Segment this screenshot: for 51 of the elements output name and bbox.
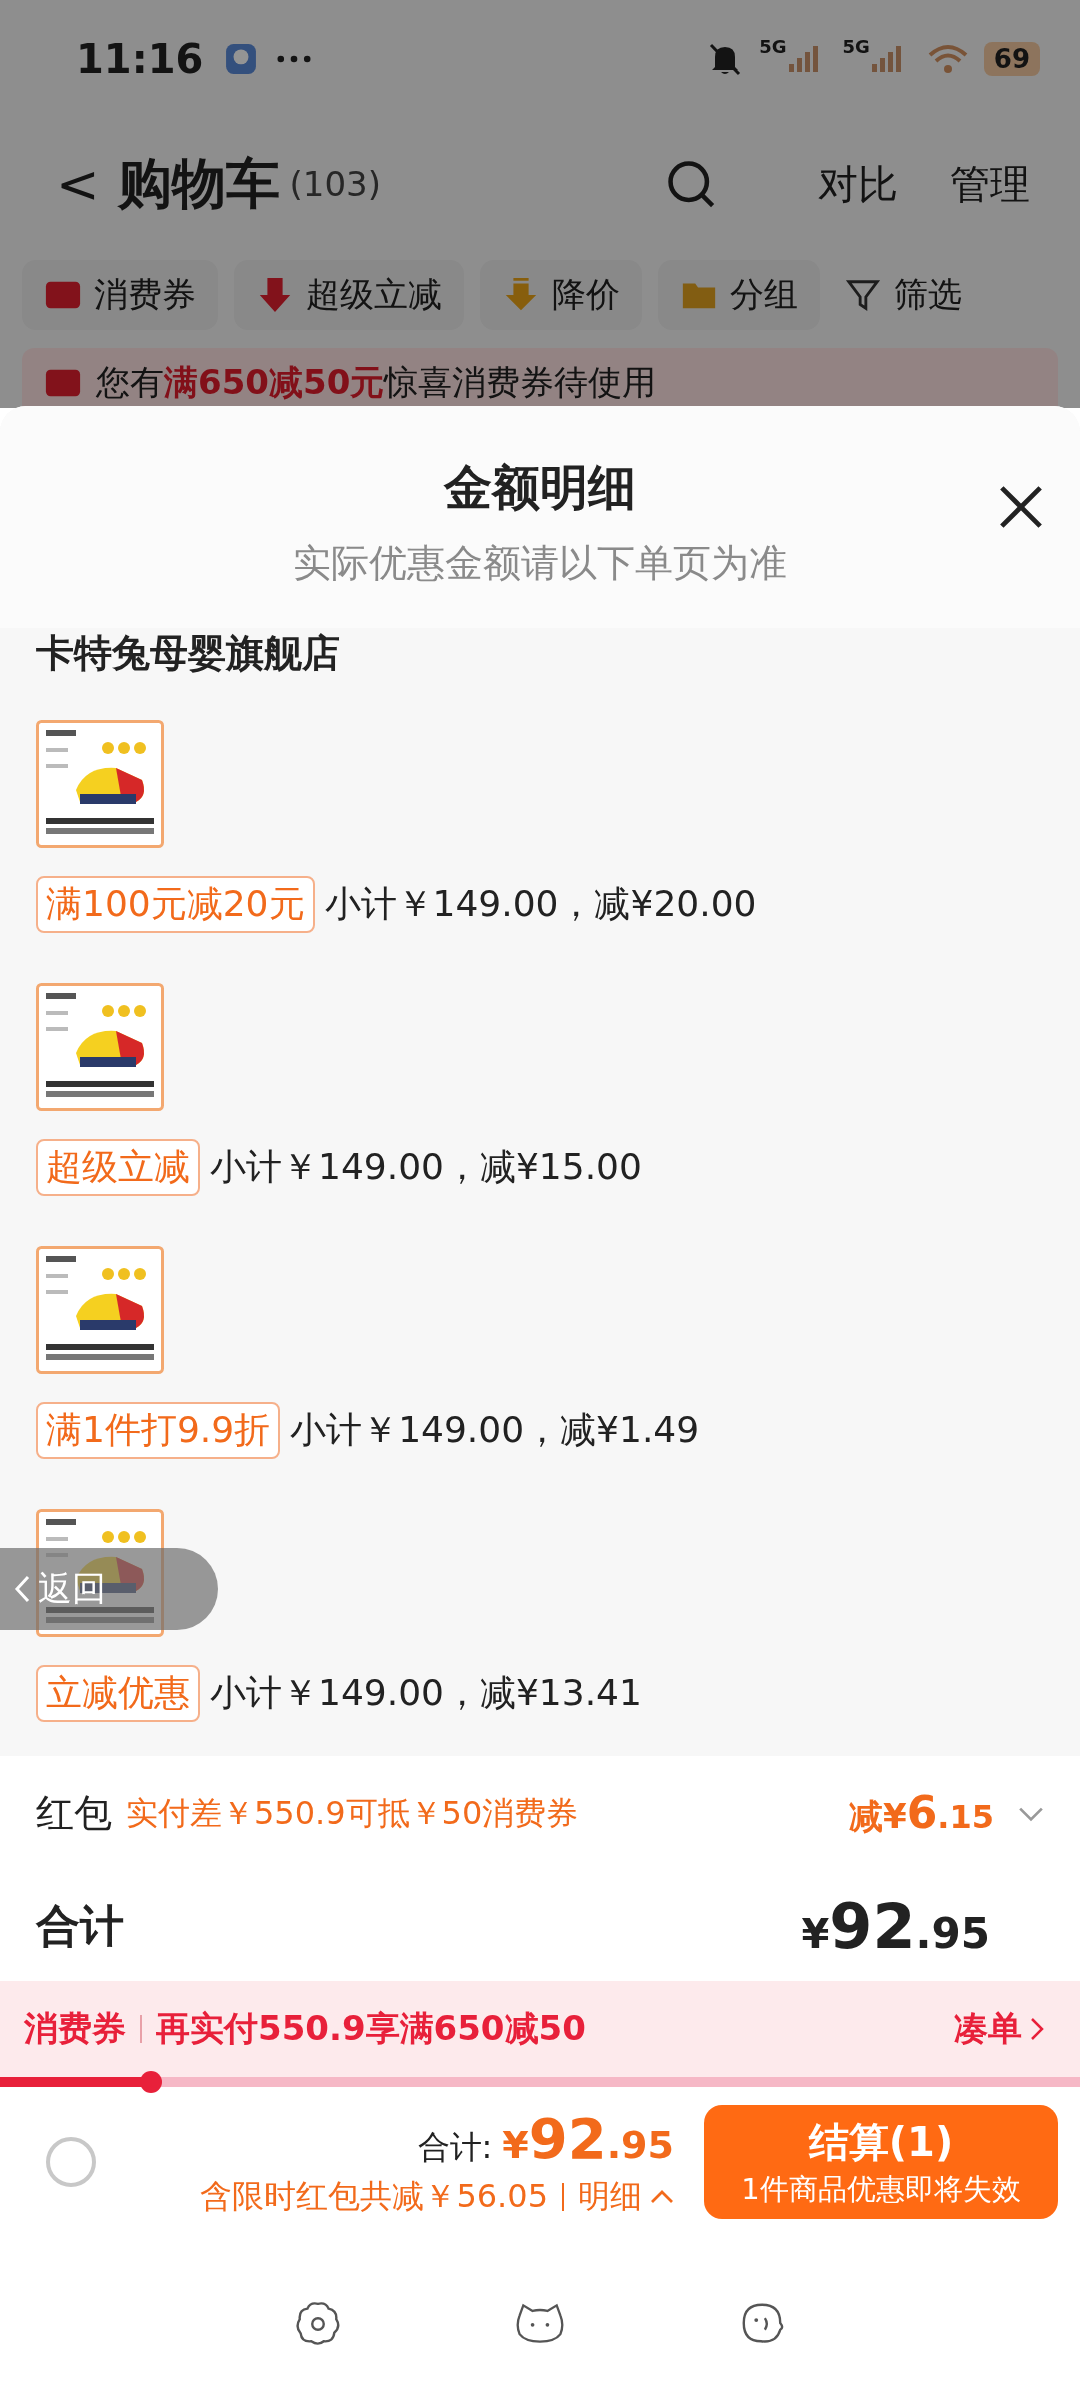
promo-tag: 满100元减20元 [36,876,315,933]
chevron-up-icon[interactable] [650,2189,674,2204]
signal-icon [869,44,904,74]
promo-tag: 立减优惠 [36,1665,200,1722]
promo-tag: 超级立减 [36,1139,200,1196]
floating-back-button[interactable]: 返回 [0,1548,218,1630]
total-price: ¥92.95 [502,2105,674,2171]
search-icon[interactable] [666,159,716,209]
cash-gift-label: 红包 [36,1790,112,1837]
subtotal-text: 小计￥149.00，减¥1.49 [290,1408,700,1452]
back-button[interactable]: < [56,154,100,214]
sheet-subtitle: 实际优惠金额请以下单页为准 [293,540,787,587]
total-label: 合计 [36,1898,124,1953]
cash-gift-note: 实付差￥550.9可抵￥50消费券 [126,1792,579,1834]
checkout-button[interactable]: 结算(1) 1件商品优惠即将失效 [704,2105,1058,2219]
filter-chip[interactable]: 筛选 [836,260,970,330]
promo-tag: 满1件打9.9折 [36,1402,281,1459]
filter-chip[interactable]: 分组 [658,260,820,330]
chevron-right-icon[interactable] [1030,2017,1044,2041]
coupon-label: 消费券 [24,2007,126,2050]
total-label: 合计: [417,2126,493,2168]
sheet-title: 金额明细 [444,458,636,517]
subtotal-text: 小计￥149.00，减¥15.00 [210,1145,642,1189]
item-count: (103) [289,164,381,204]
select-all-checkbox[interactable] [46,2137,96,2187]
more-icon [277,55,312,63]
battery-level: 69 [983,42,1040,76]
subtotal-text: 小计￥149.00，减¥20.00 [324,882,757,926]
close-icon[interactable] [998,484,1044,530]
app-icon [225,43,258,75]
filter-chip[interactable]: 超级立减 [234,260,464,330]
total-price: ¥92.95 [801,1889,990,1963]
network-type: 5G [842,36,870,57]
subtotal-text: 小计￥149.00，减¥13.41 [210,1671,642,1715]
coupon-progress-text: 再实付550.9享满650减50 [156,2007,586,2050]
filter-chip[interactable]: 消费券 [22,260,218,330]
store-name: 卡特兔母婴旗舰店 [36,630,341,677]
detail-link[interactable]: 明细 [578,2174,642,2219]
coupon-notice[interactable]: 您有满650减50元惊喜消费券待使用 [22,348,1058,408]
page-title: 购物车 [117,150,280,217]
network-type: 5G [759,36,787,57]
clock-time: 11:16 [76,36,204,82]
header-action[interactable]: 对比 [818,156,898,212]
header-action[interactable]: 管理 [950,156,1030,212]
filter-chip[interactable]: 降价 [480,260,642,330]
saving-text: 含限时红包共减￥56.05 [200,2175,548,2217]
signal-icon [786,44,821,74]
discount-amount: 减¥6.15 [849,1787,994,1840]
notice-text: 您有满650减50元惊喜消费券待使用 [96,361,657,404]
add-items-link[interactable]: 凑单 [954,2006,1022,2052]
chevron-down-icon[interactable] [1018,1805,1044,1822]
